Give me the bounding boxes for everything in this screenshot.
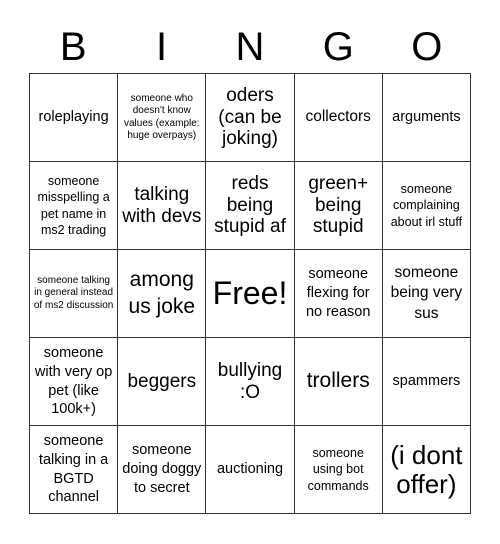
bingo-cell[interactable]: someone who doesn't know values (example…	[118, 74, 207, 162]
bingo-cell[interactable]: arguments	[382, 74, 471, 162]
header-letter-i: I	[156, 25, 168, 69]
bingo-cell[interactable]: oders (can be joking)	[206, 74, 295, 162]
header-letter-o: O	[411, 25, 443, 69]
bingo-cell[interactable]: among us joke	[118, 250, 207, 338]
bingo-cell[interactable]: someone misspelling a pet name in ms2 tr…	[30, 162, 119, 250]
bingo-cell[interactable]: someone flexing for no reason	[294, 250, 383, 338]
bingo-cell[interactable]: green+ being stupid	[294, 162, 383, 250]
bingo-header: B I N G O	[29, 22, 471, 72]
bingo-cell[interactable]: someone doing doggy to secret	[118, 426, 207, 514]
header-letter-n: N	[235, 25, 265, 69]
bingo-cell[interactable]: spammers	[382, 338, 471, 426]
bingo-cell[interactable]: beggers	[118, 338, 207, 426]
bingo-cell[interactable]: auctioning	[206, 426, 295, 514]
bingo-cell[interactable]: someone complaining about irl stuff	[382, 162, 471, 250]
bingo-card-grid: roleplaying someone who doesn't know val…	[29, 73, 471, 514]
bingo-cell[interactable]: trollers	[294, 338, 383, 426]
bingo-cell[interactable]: someone talking in a BGTD channel	[30, 426, 119, 514]
bingo-cell[interactable]: roleplaying	[30, 74, 119, 162]
bingo-cell[interactable]: someone being very sus	[382, 250, 471, 338]
bingo-cell[interactable]: someone talking in general instead of ms…	[30, 250, 119, 338]
bingo-cell[interactable]: bullying :O	[206, 338, 295, 426]
bingo-cell[interactable]: someone with very op pet (like 100k+)	[30, 338, 119, 426]
bingo-cell[interactable]: someone using bot commands	[294, 426, 383, 514]
free-space-cell[interactable]: Free!	[206, 250, 295, 338]
header-letter-b: B	[59, 25, 87, 69]
bingo-cell[interactable]: talking with devs	[118, 162, 207, 250]
bingo-cell[interactable]: reds being stupid af	[206, 162, 295, 250]
bingo-cell[interactable]: collectors	[294, 74, 383, 162]
bingo-cell[interactable]: (i dont offer)	[382, 426, 471, 514]
header-letter-g: G	[322, 25, 354, 69]
